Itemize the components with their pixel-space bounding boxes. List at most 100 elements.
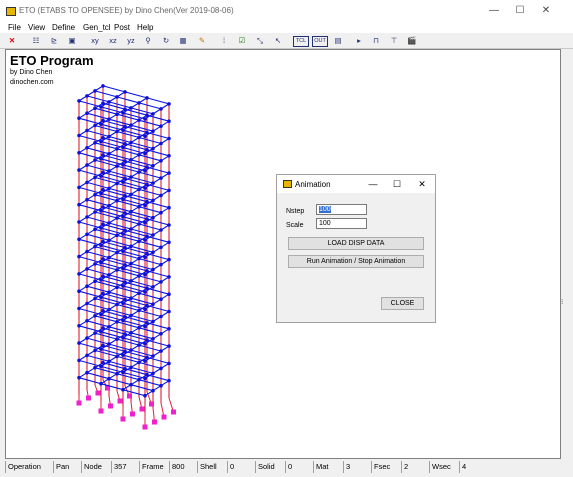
status-mat-label: Mat [313,461,343,473]
frame-node [93,296,97,301]
beam [130,384,154,392]
display-icon[interactable]: ▦ [177,34,189,47]
node-icon[interactable]: ⁞ [218,34,230,47]
maximize-button[interactable]: ☐ [510,4,530,18]
beam [116,130,140,139]
menu-post[interactable]: Post [114,22,130,33]
toolbar: ✕ ☷ ⊵ ▣ xy xz yz ⚲ ↻ ▦ ✎ ⁞ ☑ ⤡ ↖ TCL OUT… [0,33,573,49]
minimize-button[interactable]: — [484,4,504,18]
chart-icon[interactable]: ⊵ [48,34,60,47]
frame-node [115,354,119,359]
dialog-minimize-button[interactable]: — [365,178,381,190]
frame-node [151,388,155,393]
beam [130,297,154,305]
frame-node [93,262,97,266]
define-icon[interactable]: ☷ [30,34,42,47]
frame-node [99,278,103,282]
zoom-icon[interactable]: ⚲ [142,34,154,47]
play-icon[interactable]: ▸ [354,34,364,47]
view-xz-icon[interactable]: xz [106,34,120,47]
support-node [117,398,123,404]
frame-node [167,309,171,314]
frame-node [137,377,141,382]
load-disp-data-button[interactable]: LOAD DISP DATA [288,237,424,250]
frame-node [145,113,149,117]
frame-node [85,163,89,167]
frame-node [129,158,133,162]
beam [94,349,118,357]
view-xy-icon[interactable]: xy [88,34,102,47]
frame-node [77,220,81,224]
dialog-close-text-button[interactable]: CLOSE [381,297,424,310]
beam [108,153,132,161]
document-icon[interactable]: ▤ [332,34,344,47]
beam [130,280,154,288]
beam [116,355,140,363]
frame-node [115,337,119,341]
status-mat-value: 3 [343,461,371,473]
frame-node [123,159,127,163]
close-button[interactable]: ✕ [536,4,556,18]
scale-input[interactable]: 100 [316,218,367,229]
frame2-icon[interactable]: ⊤ [388,34,400,47]
animation-icon[interactable]: 🎬 [405,34,419,47]
frame-node [101,239,105,244]
view-yz-icon[interactable]: yz [124,34,138,47]
frame-icon[interactable]: ⊓ [370,34,382,47]
app-icon [6,7,16,16]
menu-gen-tcl[interactable]: Gen_tcl [83,22,111,33]
close-x-icon[interactable]: ✕ [6,34,18,47]
frame-node [99,260,103,265]
frame-node [167,240,171,245]
pointer-icon[interactable]: ↖ [272,34,284,47]
rotate-icon[interactable]: ↻ [160,34,172,47]
beam [138,188,162,196]
output-icon[interactable]: OUT [312,36,328,47]
deform-icon[interactable]: ⤡ [254,34,266,47]
frame-node [129,365,133,370]
beam [108,274,132,282]
dialog-maximize-button[interactable]: ☐ [389,178,405,190]
menu-define[interactable]: Define [52,22,75,33]
frame-node [145,130,149,135]
frame-node [77,116,81,120]
frame-node [123,90,127,94]
status-fsec-label: Fsec [371,461,401,473]
animation-dialog: Animation — ☐ ✕ Nstep 100 Scale 100 LOAD… [276,174,436,323]
beam [94,263,118,271]
frame-node [143,342,147,346]
frame-node [101,153,105,157]
check-icon[interactable]: ☑ [236,34,248,47]
frame-node [121,284,125,288]
frame-node [137,187,141,192]
support-node [86,395,91,401]
menu-file[interactable]: File [8,22,21,33]
frame-node [115,233,119,238]
frame-node [93,365,97,370]
frame-node [77,254,81,259]
frame-node [151,181,155,185]
frame-node [129,209,133,214]
frame-node [93,314,97,318]
beam [102,85,126,93]
nstep-input[interactable]: 100 [316,204,367,215]
frame-node [167,361,171,366]
run-animation-button[interactable]: Run Animation / Stop Animation [288,255,424,268]
tcl-icon[interactable]: TCL [293,36,309,47]
frame-node [115,371,119,376]
beam [130,141,154,150]
menu-help[interactable]: Help [137,22,153,33]
beam [130,245,154,253]
frame-node [107,359,111,364]
frame-node [143,324,147,329]
splitter-handle[interactable]: ⁝ [561,298,563,306]
pen-icon[interactable]: ✎ [196,34,208,47]
menu-view[interactable]: View [28,22,45,33]
frame-node [167,292,171,296]
dialog-close-button[interactable]: ✕ [414,178,430,190]
status-bar: Operation Pan Node 357 Frame 800 Shell 0… [0,461,573,473]
save-icon[interactable]: ▣ [66,34,78,47]
frame-node [143,255,147,260]
beam [116,182,140,190]
frame-node [93,210,97,214]
